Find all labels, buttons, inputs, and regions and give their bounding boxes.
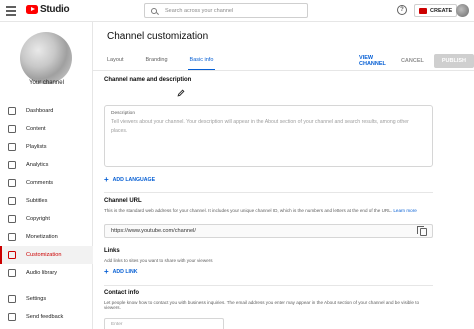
logo-text: Studio <box>40 4 70 15</box>
sidebar-item-content[interactable]: Content <box>0 120 93 138</box>
page-title: Channel customization <box>107 31 209 42</box>
youtube-logo-icon <box>26 5 38 14</box>
copyright-icon <box>8 215 16 223</box>
channel-url-text: https://www.youtube.com/channel/ <box>111 228 196 234</box>
subtitles-icon <box>8 197 16 205</box>
sidebar-item-send-feedback[interactable]: Send feedback <box>0 308 93 326</box>
edit-pencil-icon[interactable] <box>177 89 185 97</box>
settings-icon <box>8 295 16 303</box>
create-label: CREATE <box>430 7 453 14</box>
email-field[interactable]: Enter <box>104 318 224 329</box>
add-link-label: ADD LINK <box>112 269 138 275</box>
add-link-button[interactable]: + ADD LINK <box>104 268 137 276</box>
studio-logo[interactable]: Studio <box>26 4 70 15</box>
section-divider <box>104 192 433 193</box>
plus-icon: + <box>104 175 109 184</box>
sidebar-item-subtitles[interactable]: Subtitles <box>0 192 93 210</box>
sidebar-item-label: Customization <box>26 252 62 258</box>
video-camera-icon <box>419 7 427 14</box>
account-avatar[interactable] <box>456 4 469 17</box>
sidebar-item-playlists[interactable]: Playlists <box>0 138 93 156</box>
contact-section-title: Contact info <box>104 290 139 296</box>
sidebar-item-label: Subtitles <box>26 198 48 204</box>
description-placeholder: Tell viewers about your channel. Your de… <box>111 119 409 134</box>
sidebar-item-label: Analytics <box>26 162 49 168</box>
sidebar-item-label: Comments <box>26 180 54 186</box>
links-section-desc: Add links to sites you want to share wit… <box>104 258 213 263</box>
sidebar-bottom: Settings Send feedback <box>0 290 93 326</box>
header-actions: VIEW CHANNEL CANCEL PUBLISH <box>355 50 474 72</box>
analytics-icon <box>8 161 16 169</box>
sidebar-item-label: Copyright <box>26 216 50 222</box>
monetization-icon <box>8 233 16 241</box>
publish-button[interactable]: PUBLISH <box>433 54 474 68</box>
sidebar-nav: Dashboard Content Playlists Analytics Co… <box>0 102 93 282</box>
dashboard-icon <box>8 107 16 115</box>
sidebar-item-customization[interactable]: Customization <box>0 246 93 264</box>
url-desc-text: This is the standard web address for you… <box>104 208 393 213</box>
description-field[interactable]: Description Tell viewers about your chan… <box>104 105 433 167</box>
sidebar-item-label: Audio library <box>26 270 58 276</box>
channel-url-field[interactable]: https://www.youtube.com/channel/ <box>104 224 433 238</box>
description-label: Description <box>111 111 135 116</box>
url-section-desc: This is the standard web address for you… <box>104 208 434 213</box>
learn-more-link[interactable]: Learn more <box>393 208 417 213</box>
search-icon <box>151 7 157 14</box>
sidebar-item-label: Send feedback <box>26 314 64 320</box>
section-divider <box>104 285 433 286</box>
search-input[interactable]: Search across your channel <box>165 8 233 14</box>
comments-icon <box>8 179 16 187</box>
tab-bar: Layout Branding Basic info <box>107 52 235 70</box>
main-content: Channel customization Layout Branding Ba… <box>93 22 474 329</box>
add-language-label: ADD LANGUAGE <box>112 177 156 183</box>
channel-label[interactable]: Your channel <box>0 80 93 86</box>
contact-section-desc: Let people know how to contact you with … <box>104 300 420 310</box>
top-bar: Studio Search across your channel ? CREA… <box>0 0 474 22</box>
sidebar-item-label: Playlists <box>26 144 47 150</box>
url-section-title: Channel URL <box>104 198 142 204</box>
sidebar-item-label: Monetization <box>26 234 58 240</box>
sidebar-item-comments[interactable]: Comments <box>0 174 93 192</box>
tab-layout[interactable]: Layout <box>107 52 124 68</box>
sidebar-item-analytics[interactable]: Analytics <box>0 156 93 174</box>
view-channel-button[interactable]: VIEW CHANNEL <box>355 50 395 72</box>
create-button[interactable]: CREATE <box>414 4 458 17</box>
sidebar-item-label: Dashboard <box>26 108 54 114</box>
help-icon[interactable]: ? <box>397 5 407 15</box>
plus-icon: + <box>104 267 109 276</box>
sidebar-item-label: Content <box>26 126 46 132</box>
copy-icon[interactable] <box>417 226 427 236</box>
search-bar[interactable]: Search across your channel <box>144 3 308 18</box>
cancel-button[interactable]: CANCEL <box>395 53 430 69</box>
playlists-icon <box>8 143 16 151</box>
name-section-title: Channel name and description <box>104 77 192 83</box>
sidebar-item-dashboard[interactable]: Dashboard <box>0 102 93 120</box>
email-placeholder: Enter <box>111 322 123 327</box>
feedback-icon <box>8 313 16 321</box>
sidebar: Your channel Dashboard Content Playlists… <box>0 22 93 329</box>
content-icon <box>8 125 16 133</box>
sidebar-item-label: Settings <box>26 296 47 302</box>
links-section-title: Links <box>104 248 120 254</box>
sidebar-item-copyright[interactable]: Copyright <box>0 210 93 228</box>
sidebar-item-monetization[interactable]: Monetization <box>0 228 93 246</box>
sidebar-item-audio-library[interactable]: Audio library <box>0 264 93 282</box>
menu-icon[interactable] <box>6 6 16 16</box>
tab-basic-info[interactable]: Basic info <box>187 52 216 70</box>
customization-icon <box>8 251 16 259</box>
channel-avatar[interactable] <box>20 32 72 84</box>
tab-branding[interactable]: Branding <box>146 52 168 68</box>
add-language-button[interactable]: + ADD LANGUAGE <box>104 176 155 184</box>
audio-library-icon <box>8 269 16 277</box>
sidebar-item-settings[interactable]: Settings <box>0 290 93 308</box>
